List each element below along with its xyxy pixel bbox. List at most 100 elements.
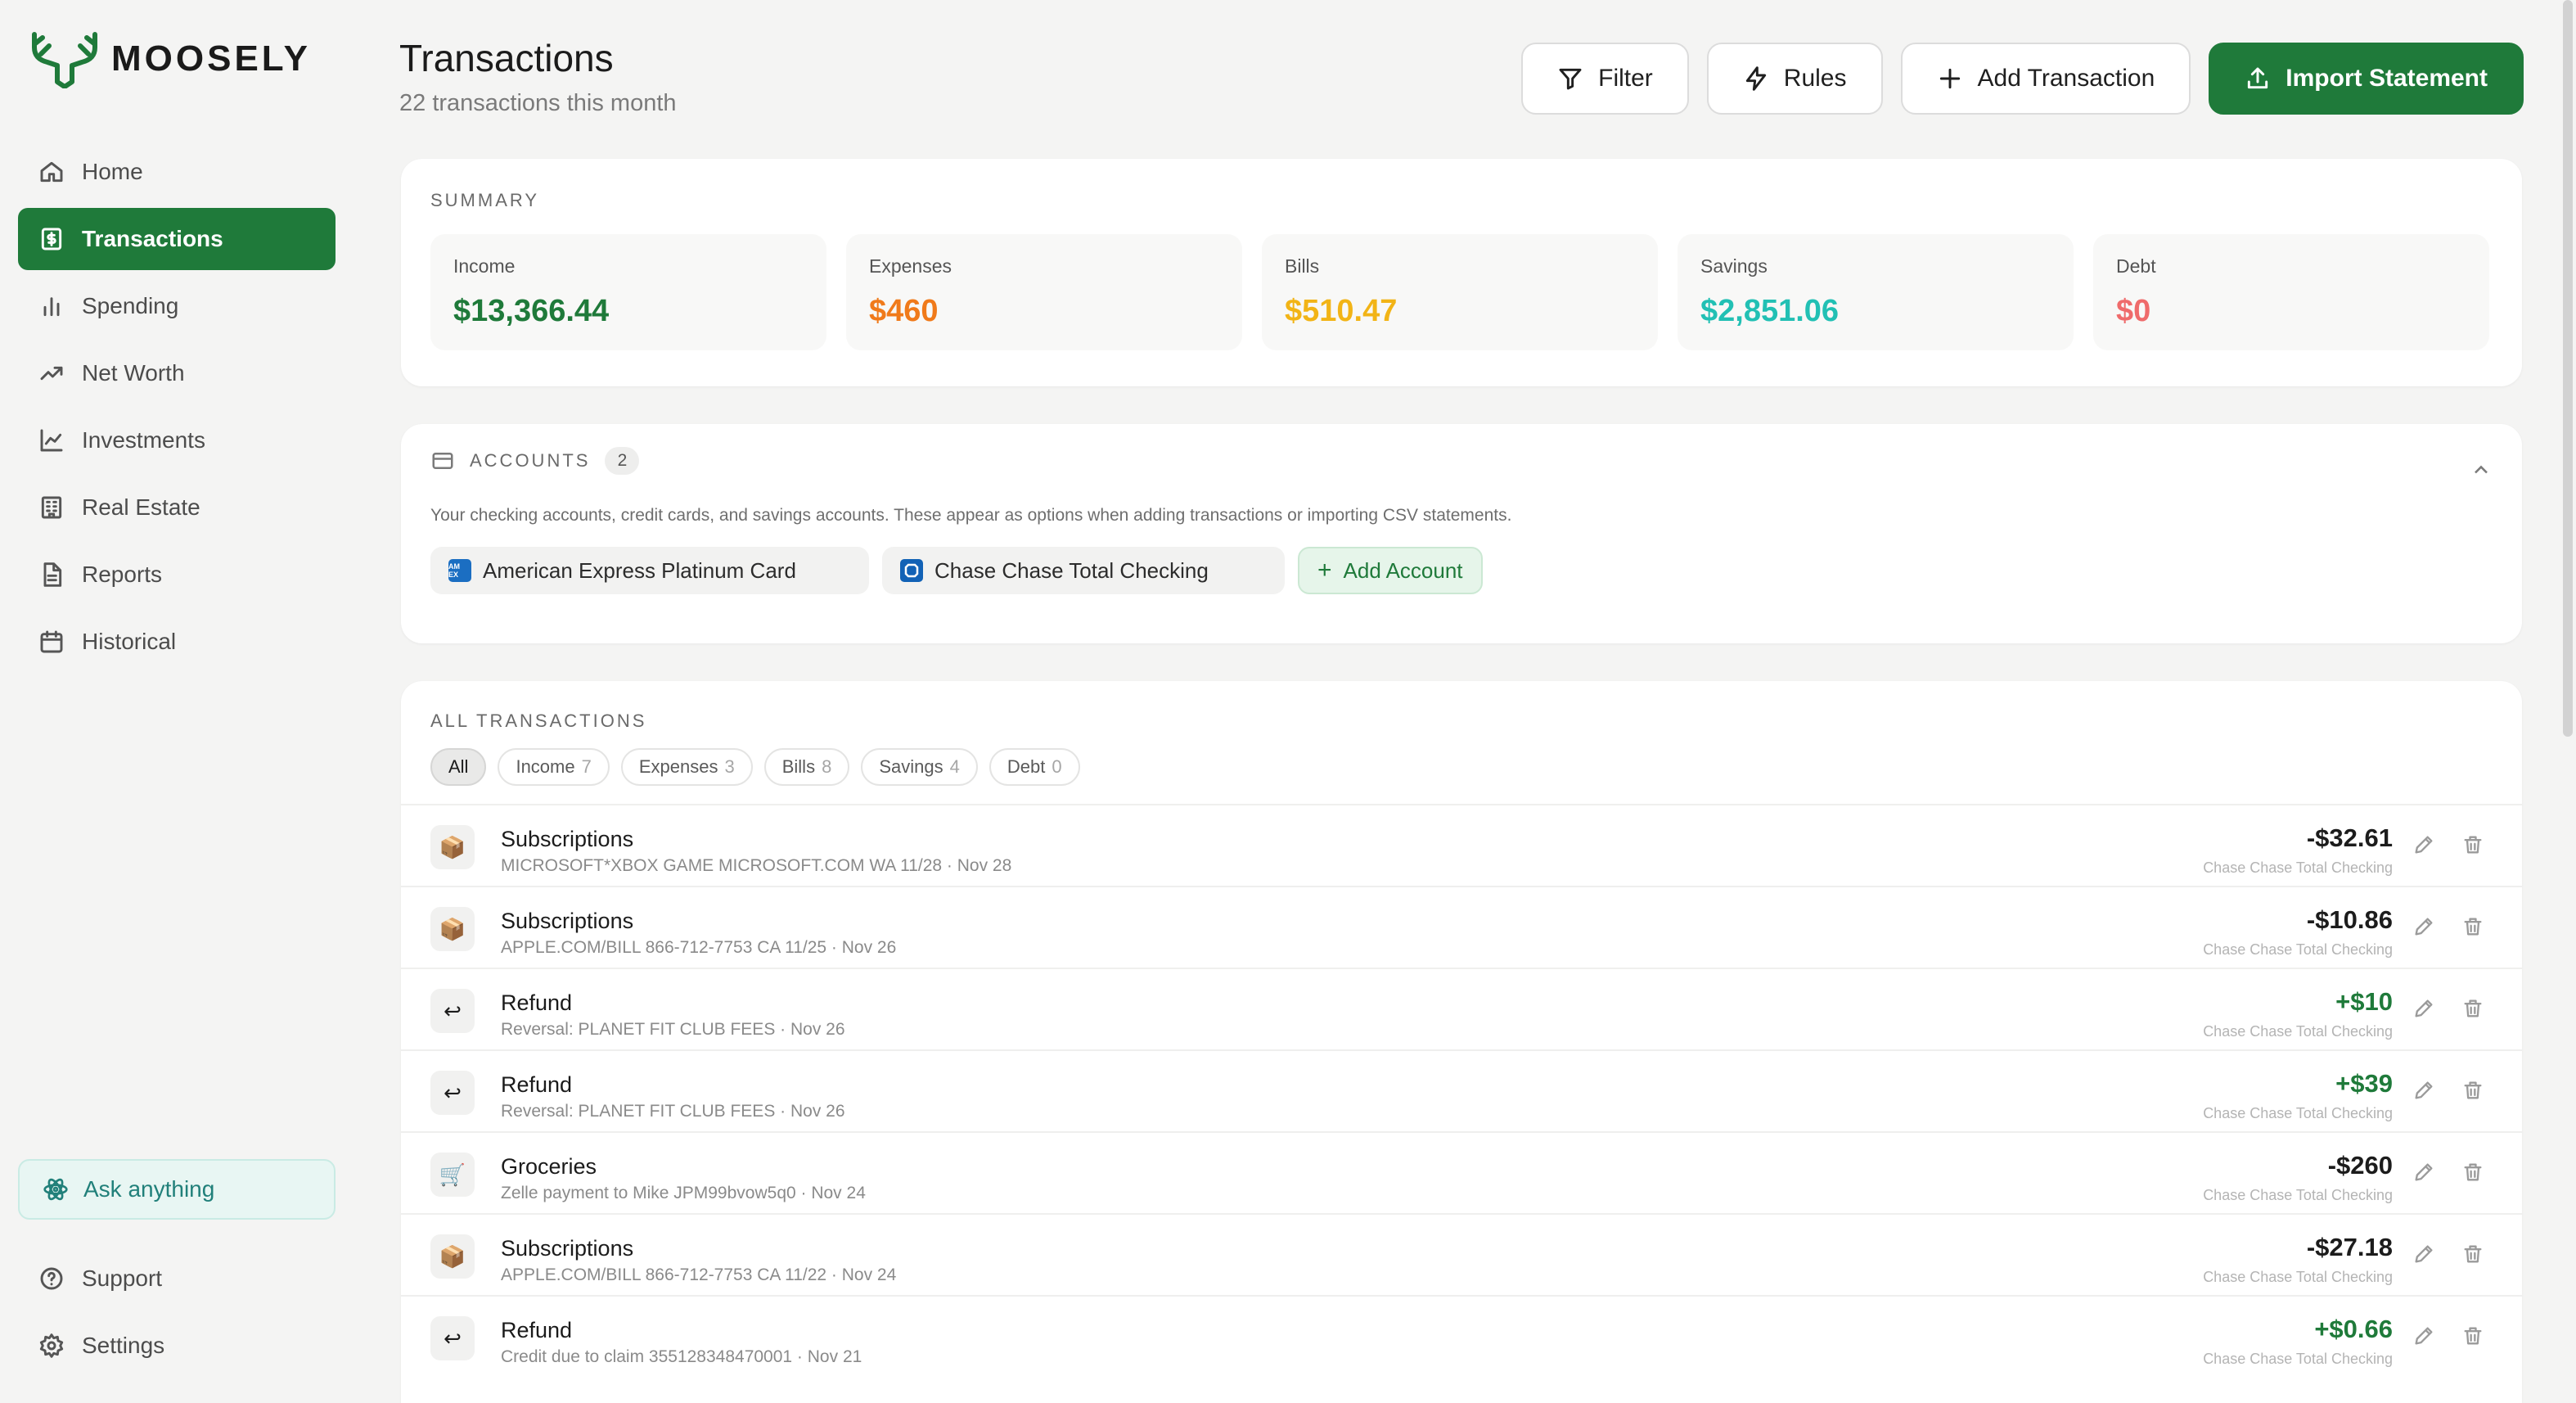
account-chip-amex[interactable]: AM EX American Express Platinum Card xyxy=(430,547,869,594)
transaction-description: Credit due to claim 355128348470001 · No… xyxy=(501,1347,862,1366)
category-icon: ↩ xyxy=(430,1071,475,1115)
add-transaction-button[interactable]: Add Transaction xyxy=(1900,43,2191,115)
filter-icon xyxy=(1559,68,1582,90)
ask-anything-label: Ask anything xyxy=(83,1176,215,1202)
sidebar-item-label: Transactions xyxy=(82,226,223,251)
plus-icon: + xyxy=(1317,557,1332,584)
category-icon: 📦 xyxy=(430,907,475,951)
sidebar-item-transactions[interactable]: Transactions xyxy=(18,208,336,270)
filter-button[interactable]: Filter xyxy=(1521,43,1689,115)
pencil-icon[interactable] xyxy=(2412,833,2437,858)
transaction-category: Groceries xyxy=(501,1154,597,1179)
upload-icon xyxy=(2248,67,2268,89)
stat-label: Savings xyxy=(1700,255,1768,277)
transaction-account: Chase Chase Total Checking xyxy=(2203,859,2393,876)
transaction-row[interactable]: 📦 Subscriptions MICROSOFT*XBOX GAME MICROS… xyxy=(401,804,2522,886)
lightning-icon xyxy=(1745,66,1766,91)
page-title: Transactions xyxy=(399,37,614,79)
filter-chip-debt[interactable]: Debt 0 xyxy=(989,748,1080,786)
chase-logo-icon xyxy=(900,559,923,582)
trash-icon[interactable] xyxy=(2461,833,2486,858)
transaction-account: Chase Chase Total Checking xyxy=(2203,941,2393,958)
sidebar-item-net-worth[interactable]: Net Worth xyxy=(18,342,336,404)
pencil-icon[interactable] xyxy=(2412,1243,2437,1267)
ask-anything-button[interactable]: Ask anything xyxy=(18,1159,336,1220)
filter-chip-savings[interactable]: Savings 4 xyxy=(861,748,978,786)
plus-icon xyxy=(1939,68,1960,89)
transaction-category: Refund xyxy=(501,1072,573,1097)
category-filter-chips: All Income 7 Expenses 3 Bills 8 Savings 4 De… xyxy=(430,748,1080,786)
transaction-account: Chase Chase Total Checking xyxy=(2203,1105,2393,1121)
brand-name: MOOSELY xyxy=(111,38,311,79)
sidebar-item-reports[interactable]: Reports xyxy=(18,544,336,606)
category-icon: ↩ xyxy=(430,1316,475,1360)
pencil-icon[interactable] xyxy=(2412,1079,2437,1103)
transaction-amount: -$10.86 xyxy=(2306,905,2393,934)
transaction-category: Subscriptions xyxy=(501,1236,634,1261)
add-account-button[interactable]: + Add Account xyxy=(1298,547,1483,594)
filter-count: 3 xyxy=(724,756,735,777)
pencil-icon[interactable] xyxy=(2412,1161,2437,1185)
sidebar-item-home[interactable]: Home xyxy=(18,141,336,203)
gear-icon xyxy=(38,1332,65,1360)
sidebar-item-label: Historical xyxy=(82,629,177,654)
stat-value: $2,851.06 xyxy=(1700,294,1840,328)
stat-debt: Debt $0 xyxy=(2093,234,2489,350)
account-chips: AM EX American Express Platinum Card Cha… xyxy=(430,547,1483,594)
sidebar-item-label: Support xyxy=(82,1265,163,1291)
transaction-category: Subscriptions xyxy=(501,909,634,933)
sidebar-bottom-nav: Support Settings xyxy=(18,1247,336,1382)
filter-chip-income[interactable]: Income 7 xyxy=(498,748,610,786)
building-icon xyxy=(38,494,65,521)
filter-chip-bills[interactable]: Bills 8 xyxy=(763,748,850,786)
filter-label: Savings xyxy=(879,756,943,777)
sidebar-item-real-estate[interactable]: Real Estate xyxy=(18,476,336,539)
transaction-row[interactable]: ↩ Refund Credit due to claim 3551283484700… xyxy=(401,1295,2522,1377)
filter-count: 0 xyxy=(1052,756,1062,777)
filter-chip-all[interactable]: All xyxy=(430,748,487,786)
transaction-row[interactable]: 📦 Subscriptions APPLE.COM/BILL 866-712-775… xyxy=(401,886,2522,968)
trash-icon[interactable] xyxy=(2461,1161,2486,1185)
sidebar-nav: Home Transactions Spending Net Worth Inv… xyxy=(18,141,336,678)
account-chip-chase[interactable]: Chase Chase Total Checking xyxy=(882,547,1285,594)
brand-logo[interactable]: MOOSELY xyxy=(29,29,311,88)
trash-icon[interactable] xyxy=(2461,1079,2486,1103)
transaction-row[interactable]: 📦 Subscriptions APPLE.COM/BILL 866-712-775… xyxy=(401,1213,2522,1295)
moose-antler-icon xyxy=(32,32,97,88)
accounts-header[interactable]: ACCOUNTS 2 xyxy=(430,447,640,475)
filter-count: 4 xyxy=(949,756,960,777)
transaction-row[interactable]: 🛒 Groceries Zelle payment to Mike JPM99bvo… xyxy=(401,1131,2522,1213)
sidebar-item-historical[interactable]: Historical xyxy=(18,611,336,673)
trash-icon[interactable] xyxy=(2461,915,2486,940)
account-name: American Express Platinum Card xyxy=(483,557,796,583)
sidebar-item-label: Net Worth xyxy=(82,360,185,386)
filter-count: 8 xyxy=(822,756,832,777)
trash-icon[interactable] xyxy=(2461,997,2486,1022)
transaction-account: Chase Chase Total Checking xyxy=(2203,1023,2393,1040)
collapse-chevron-up-icon[interactable] xyxy=(2470,458,2493,481)
summary-stats: Income $13,366.44 Expenses $460 Bills $5… xyxy=(430,234,2489,350)
pencil-icon[interactable] xyxy=(2412,1324,2437,1349)
transaction-row[interactable]: ↩ Refund Reversal: PLANET FIT CLUB FEES · … xyxy=(401,968,2522,1049)
rules-button[interactable]: Rules xyxy=(1706,43,1883,115)
sidebar-item-settings[interactable]: Settings xyxy=(18,1315,336,1377)
transaction-account: Chase Chase Total Checking xyxy=(2203,1351,2393,1367)
pencil-icon[interactable] xyxy=(2412,997,2437,1022)
stat-savings: Savings $2,851.06 xyxy=(1678,234,2074,350)
sidebar-item-support[interactable]: Support xyxy=(18,1247,336,1310)
stat-value: $510.47 xyxy=(1285,294,1398,328)
trash-icon[interactable] xyxy=(2461,1324,2486,1349)
page-scrollbar[interactable] xyxy=(2563,0,2573,737)
transactions-list: 📦 Subscriptions MICROSOFT*XBOX GAME MICROS… xyxy=(401,804,2522,1377)
transaction-row[interactable]: ↩ Refund Reversal: PLANET FIT CLUB FEES · … xyxy=(401,1049,2522,1131)
filter-chip-expenses[interactable]: Expenses 3 xyxy=(620,748,753,786)
transaction-amount: -$260 xyxy=(2327,1151,2393,1180)
import-statement-button[interactable]: Import Statement xyxy=(2209,43,2524,115)
add-transaction-label: Add Transaction xyxy=(1977,65,2155,92)
stat-value: $13,366.44 xyxy=(453,294,610,328)
sidebar-item-spending[interactable]: Spending xyxy=(18,275,336,337)
pencil-icon[interactable] xyxy=(2412,915,2437,940)
trash-icon[interactable] xyxy=(2461,1243,2486,1267)
transaction-amount: -$32.61 xyxy=(2306,823,2393,852)
sidebar-item-investments[interactable]: Investments xyxy=(18,409,336,471)
